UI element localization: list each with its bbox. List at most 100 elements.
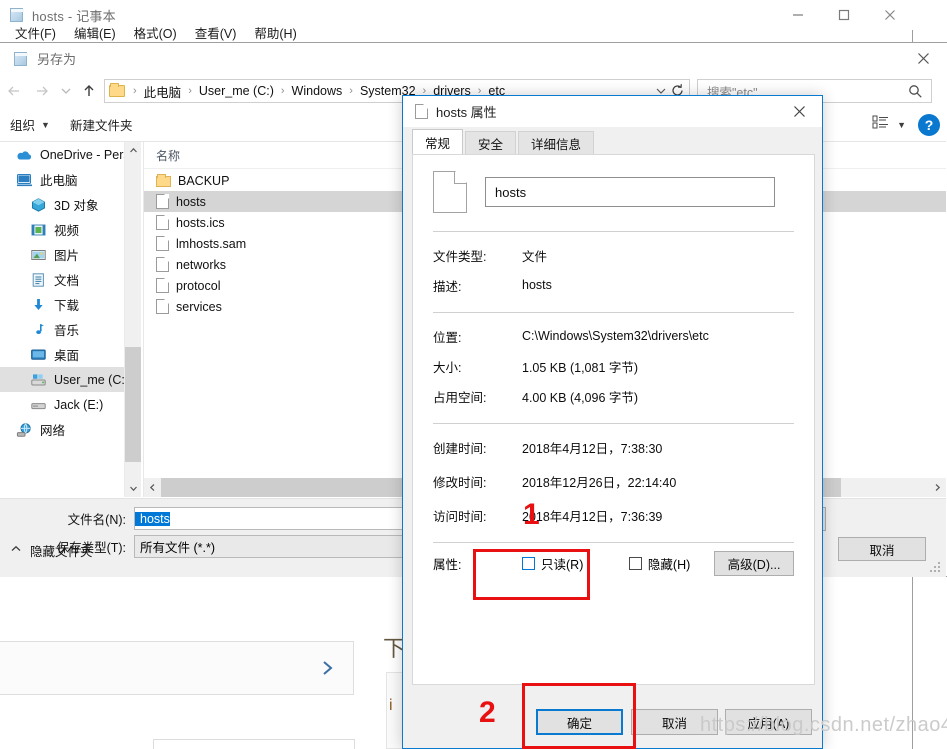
properties-tabs: 常规 安全 详细信息 [412, 129, 596, 155]
scroll-right-icon[interactable] [929, 478, 946, 497]
hidden-checkbox[interactable]: 隐藏(H) [628, 554, 714, 573]
breadcrumb-separator: › [280, 85, 285, 97]
back-icon[interactable] [0, 76, 28, 106]
field-value: 1.05 KB (1,081 字节) [522, 360, 639, 375]
up-icon[interactable] [76, 76, 102, 106]
checkbox-box[interactable] [628, 556, 642, 570]
cancel-button[interactable]: 取消 [838, 537, 926, 561]
breadcrumb-segment-this-pc[interactable]: 此电脑 [142, 82, 184, 101]
sidebar-item-pictures[interactable]: 图片 [0, 242, 141, 267]
forward-icon[interactable] [28, 76, 56, 106]
scroll-up-icon[interactable] [125, 142, 141, 159]
sidebar-item-label: 音乐 [54, 324, 80, 338]
new-folder-button[interactable]: 新建文件夹 [60, 115, 143, 134]
menu-help[interactable]: 帮助(H) [245, 21, 305, 44]
breadcrumb-separator: › [133, 85, 137, 97]
close-icon[interactable] [900, 43, 946, 74]
field-value: 2018年4月12日，7:38:30 [522, 441, 663, 456]
drive-icon [30, 397, 47, 413]
field-created: 创建时间: 2018年4月12日，7:38:30 [433, 432, 794, 462]
scrollbar-thumb[interactable] [125, 347, 141, 462]
sidebar-item-documents[interactable]: 文档 [0, 267, 141, 292]
scroll-down-icon[interactable] [125, 480, 141, 497]
menu-format[interactable]: 格式(O) [125, 21, 186, 44]
breadcrumb-segment-c-drive[interactable]: User_me (C:) [197, 84, 276, 98]
navigation-tree[interactable]: OneDrive - Pers 此电脑 3D 对象 视频 图片 文档 下载 音乐… [0, 142, 141, 497]
organize-label: 组织 [10, 119, 36, 133]
sidebar-item-label: 下载 [54, 299, 80, 313]
chevron-right-icon [321, 659, 335, 680]
close-icon[interactable] [867, 0, 913, 30]
this-pc-icon [16, 172, 33, 188]
readonly-checkbox[interactable]: 只读(R) [522, 554, 629, 573]
field-value: 4.00 KB (4,096 字节) [522, 390, 639, 405]
pictures-icon [30, 247, 47, 263]
sidebar-item-videos[interactable]: 视频 [0, 217, 141, 242]
hide-folders-toggle[interactable]: 隐藏文件夹 [10, 541, 93, 560]
file-name: lmhosts.sam [176, 236, 247, 251]
menu-view[interactable]: 查看(V) [186, 21, 246, 44]
hidden-checkbox-wrap[interactable]: 隐藏(H) [628, 554, 714, 573]
onedrive-icon [16, 147, 33, 163]
file-icon [156, 257, 169, 272]
tab-details[interactable]: 详细信息 [518, 131, 595, 155]
field-value: 文件 [522, 249, 548, 264]
close-icon[interactable] [777, 96, 822, 127]
divider [433, 312, 794, 313]
folder-icon [156, 174, 171, 187]
sidebar-item-onedrive[interactable]: OneDrive - Pers [0, 142, 141, 167]
tab-security[interactable]: 安全 [465, 131, 517, 155]
sidebar-item-desktop[interactable]: 桌面 [0, 342, 141, 367]
ok-button[interactable]: 确定 [536, 709, 623, 735]
field-accessed: 访问时间: 2018年4月12日，7:36:39 [433, 500, 794, 530]
field-location: 位置: C:\Windows\System32\drivers\etc [433, 321, 794, 351]
resize-grip[interactable] [930, 562, 942, 574]
field-modified: 修改时间: 2018年12月26日，22:14:40 [433, 466, 794, 496]
maximize-icon[interactable] [821, 0, 867, 30]
notepad-window-controls [775, 0, 913, 30]
recent-locations-icon[interactable] [56, 76, 76, 106]
downloads-icon [30, 297, 47, 313]
chevron-up-icon [10, 543, 22, 558]
menu-edit[interactable]: 编辑(E) [65, 21, 125, 44]
menu-file[interactable]: 文件(F) [6, 21, 65, 44]
3d-objects-icon [30, 197, 47, 213]
search-icon [908, 84, 923, 102]
divider [433, 423, 794, 424]
attributes-label: 属性: [433, 557, 462, 572]
chevron-down-icon[interactable]: ▼ [897, 120, 906, 130]
properties-basic-fields: 文件类型: 文件 描述: hosts [413, 240, 814, 300]
scroll-left-icon[interactable] [144, 478, 161, 497]
network-icon [16, 422, 33, 438]
tree-scrollbar[interactable] [124, 142, 141, 497]
file-name-input[interactable]: hosts [485, 177, 775, 207]
view-layout-icon[interactable] [871, 114, 893, 136]
tab-general[interactable]: 常规 [412, 129, 464, 155]
organize-button[interactable]: 组织 ▼ [0, 115, 60, 134]
breadcrumb-separator: › [349, 85, 353, 97]
field-label: 占用空间: [433, 390, 487, 405]
readonly-checkbox-wrap[interactable]: 只读(R) [522, 554, 629, 573]
sidebar-item-music[interactable]: 音乐 [0, 317, 141, 342]
documents-icon [30, 272, 47, 288]
help-button[interactable]: ? [918, 114, 940, 136]
minimize-icon[interactable] [775, 0, 821, 30]
sidebar-item-network[interactable]: 网络 [0, 417, 141, 442]
sidebar-item-label: 桌面 [54, 349, 80, 363]
field-label: 描述: [433, 279, 462, 294]
sidebar-item-this-pc[interactable]: 此电脑 [0, 167, 141, 192]
file-icon [156, 278, 169, 293]
checkbox-box[interactable] [522, 556, 535, 570]
sidebar-item-downloads[interactable]: 下载 [0, 292, 141, 317]
sidebar-item-user-me-c[interactable]: User_me (C:) [0, 367, 141, 392]
sidebar-item-3d-objects[interactable]: 3D 对象 [0, 192, 141, 217]
file-name: hosts.ics [176, 215, 225, 230]
background-panel [0, 641, 354, 695]
screen: hosts - 记事本 文件(F) 编辑(E) 格式(O) 查看(V) 帮助(H… [0, 0, 947, 749]
save-as-title: 另存为 [37, 52, 77, 67]
properties-time-fields: 创建时间: 2018年4月12日，7:38:30 修改时间: 2018年12月2… [413, 432, 814, 530]
advanced-button[interactable]: 高级(D)... [714, 550, 794, 576]
folder-icon [109, 83, 126, 98]
sidebar-item-jack-e[interactable]: Jack (E:) [0, 392, 141, 417]
breadcrumb-segment-windows[interactable]: Windows [290, 84, 345, 98]
